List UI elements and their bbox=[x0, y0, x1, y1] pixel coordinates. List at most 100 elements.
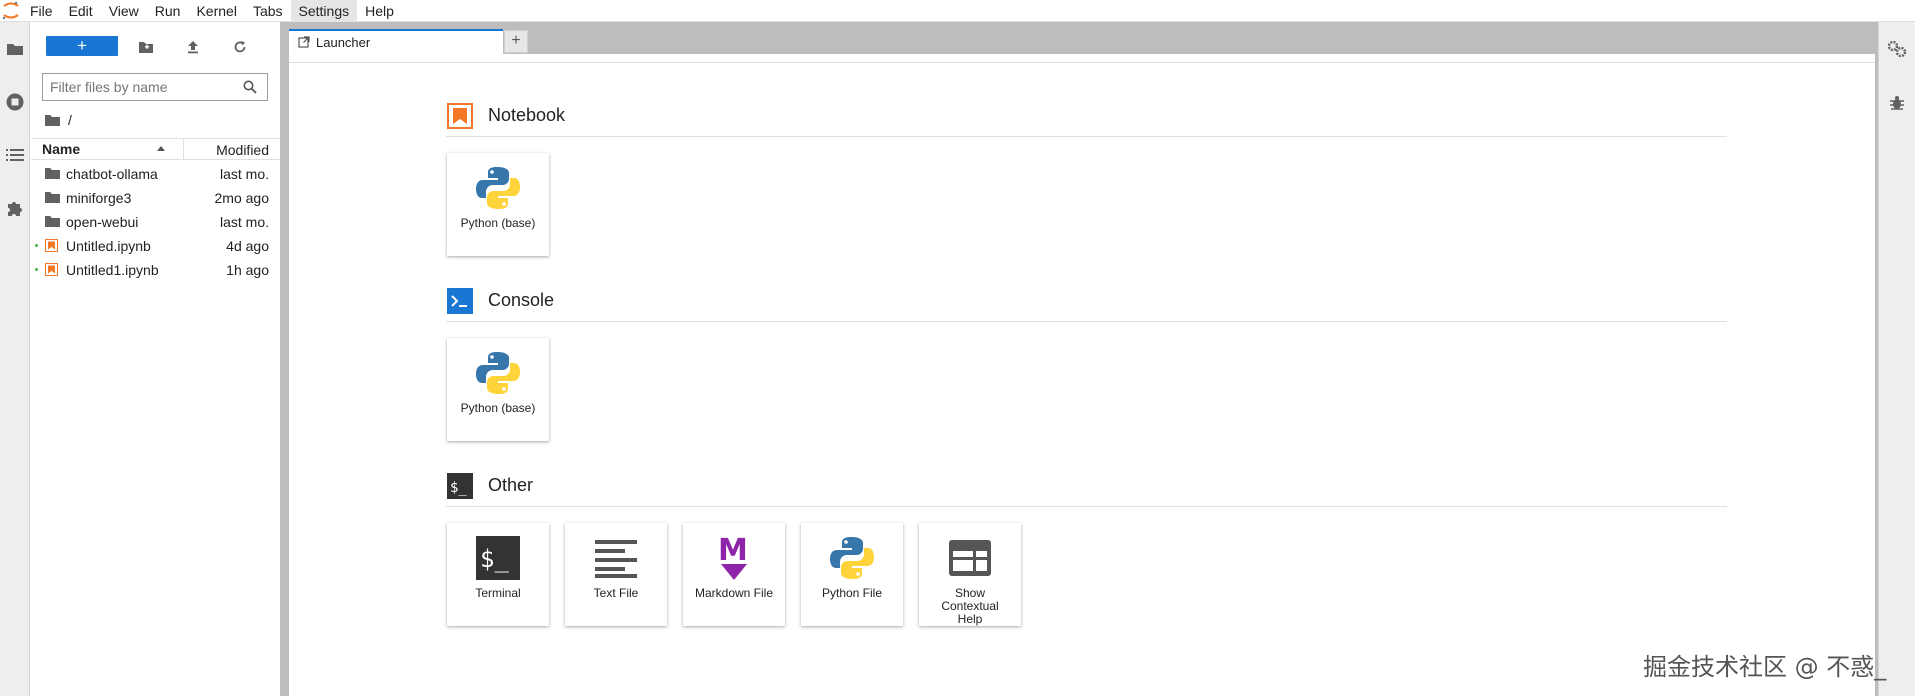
property-inspector-gear-icon[interactable] bbox=[1886, 38, 1908, 60]
breadcrumb: / bbox=[45, 110, 72, 130]
main-tab-bar: Launcher + bbox=[286, 22, 1878, 54]
modified-column-header[interactable]: Modified bbox=[216, 142, 269, 158]
card-label: Python (base) bbox=[460, 401, 536, 415]
section-cards: Python (base) bbox=[446, 153, 1727, 263]
notebook-section-icon bbox=[447, 103, 473, 129]
running-sessions-icon[interactable] bbox=[4, 91, 26, 113]
section-title: Other bbox=[488, 475, 534, 495]
svg-text:$_: $_ bbox=[480, 545, 509, 573]
launcher-card-text-file[interactable]: Text File bbox=[565, 523, 667, 626]
notebook-icon bbox=[45, 263, 58, 276]
file-row-miniforge3[interactable]: miniforge3 2mo ago bbox=[31, 186, 280, 210]
card-label: Terminal bbox=[475, 586, 521, 600]
svg-text:$_: $_ bbox=[450, 480, 467, 496]
section-cards: $_ Terminal Text File M Markdown File Py… bbox=[446, 523, 1727, 633]
file-modified: 4d ago bbox=[226, 238, 269, 254]
sort-ascending-icon bbox=[157, 146, 165, 151]
folder-icon[interactable] bbox=[4, 38, 26, 60]
search-icon bbox=[243, 80, 257, 99]
file-filter-box bbox=[42, 73, 268, 101]
launcher-card-terminal[interactable]: $_ Terminal bbox=[447, 523, 549, 626]
file-row-untitled-ipynb[interactable]: Untitled.ipynb 4d ago bbox=[31, 234, 280, 258]
menu-bar: File Edit View Run Kernel Tabs Settings … bbox=[0, 0, 1915, 22]
python-logo-icon bbox=[473, 348, 523, 398]
name-column-header[interactable]: Name bbox=[42, 141, 80, 157]
launcher-section-other: $_ Other $_ Terminal Text File M Markdow bbox=[446, 469, 1727, 633]
folder-icon bbox=[45, 192, 60, 203]
file-row-chatbot-ollama[interactable]: chatbot-ollama last mo. bbox=[31, 162, 280, 186]
launcher-card-markdown-file[interactable]: M Markdown File bbox=[683, 523, 785, 626]
text-file-icon bbox=[591, 533, 641, 583]
file-browser-panel: + / Name Modified bbox=[31, 22, 280, 696]
right-sidebar-tabs bbox=[1878, 22, 1915, 696]
file-name: open-webui bbox=[66, 214, 139, 230]
menu-kernel[interactable]: Kernel bbox=[188, 0, 244, 22]
menu-run[interactable]: Run bbox=[147, 0, 189, 22]
column-divider[interactable] bbox=[183, 139, 184, 160]
contextual-help-icon bbox=[945, 533, 995, 583]
file-modified: last mo. bbox=[219, 214, 269, 230]
menu-file[interactable]: File bbox=[22, 0, 61, 22]
menu-help[interactable]: Help bbox=[357, 0, 402, 22]
folder-icon bbox=[45, 216, 60, 227]
home-folder-icon[interactable] bbox=[45, 114, 60, 126]
debugger-bug-icon[interactable] bbox=[1886, 92, 1908, 114]
card-label: Text File bbox=[593, 586, 639, 600]
section-cards: Python (base) bbox=[446, 338, 1727, 448]
menu-edit[interactable]: Edit bbox=[61, 0, 101, 22]
markdown-icon: M bbox=[709, 533, 759, 583]
add-tab-button[interactable]: + bbox=[504, 30, 528, 53]
running-indicator bbox=[35, 268, 38, 271]
menu-view[interactable]: View bbox=[101, 0, 147, 22]
running-indicator bbox=[35, 244, 38, 247]
file-list: chatbot-ollama last mo. miniforge3 2mo a… bbox=[31, 162, 280, 282]
left-sidebar-tabs bbox=[0, 22, 30, 696]
launcher-section-notebook: Notebook Python (base) bbox=[446, 99, 1727, 263]
section-header: Notebook bbox=[446, 99, 1727, 137]
file-filter-input[interactable] bbox=[43, 74, 233, 100]
launcher-card-console-python[interactable]: Python (base) bbox=[447, 338, 549, 441]
other-section-terminal-icon: $_ bbox=[447, 473, 473, 499]
panel-toolbar bbox=[289, 54, 1875, 63]
console-section-icon bbox=[447, 288, 473, 314]
file-name: chatbot-ollama bbox=[66, 166, 158, 182]
file-name: miniforge3 bbox=[66, 190, 132, 206]
file-modified: last mo. bbox=[219, 166, 269, 182]
svg-text:M: M bbox=[718, 534, 748, 568]
jupyterlab-window: File Edit View Run Kernel Tabs Settings … bbox=[0, 0, 1915, 696]
file-name: Untitled1.ipynb bbox=[66, 262, 159, 278]
tab-launcher[interactable]: Launcher bbox=[289, 29, 503, 54]
file-row-untitled1-ipynb[interactable]: Untitled1.ipynb 1h ago bbox=[31, 258, 280, 282]
launcher-card-python-file[interactable]: Python File bbox=[801, 523, 903, 626]
section-header: Console bbox=[446, 284, 1727, 322]
new-folder-icon[interactable] bbox=[134, 36, 158, 58]
launcher-card-contextual-help[interactable]: Show Contextual Help bbox=[919, 523, 1021, 626]
new-launcher-button[interactable]: + bbox=[46, 36, 118, 56]
upload-icon[interactable] bbox=[181, 36, 205, 58]
table-of-contents-icon[interactable] bbox=[4, 144, 26, 166]
terminal-icon: $_ bbox=[473, 533, 523, 583]
file-modified: 2mo ago bbox=[214, 190, 269, 206]
folder-icon bbox=[45, 168, 60, 179]
card-label: Python (base) bbox=[460, 216, 536, 230]
card-label: Markdown File bbox=[694, 586, 774, 600]
section-header: $_ Other bbox=[446, 469, 1727, 507]
file-row-open-webui[interactable]: open-webui last mo. bbox=[31, 210, 280, 234]
menu-tabs[interactable]: Tabs bbox=[245, 0, 291, 22]
file-browser-toolbar: + bbox=[31, 36, 280, 58]
extension-puzzle-icon[interactable] bbox=[4, 197, 26, 219]
notebook-icon bbox=[45, 239, 58, 252]
card-label: Show Contextual Help bbox=[941, 586, 999, 626]
jupyter-logo-icon bbox=[0, 0, 22, 22]
refresh-icon[interactable] bbox=[228, 36, 252, 58]
breadcrumb-root[interactable]: / bbox=[68, 112, 72, 128]
python-logo-icon bbox=[827, 533, 877, 583]
menu-settings[interactable]: Settings bbox=[290, 0, 358, 22]
launcher-card-notebook-python[interactable]: Python (base) bbox=[447, 153, 549, 256]
watermark-text: 掘金技术社区 @ 不惑_ bbox=[1643, 653, 1887, 681]
tab-label: Launcher bbox=[316, 35, 371, 50]
section-title: Console bbox=[488, 290, 555, 310]
file-list-header: Name Modified bbox=[31, 138, 280, 160]
file-modified: 1h ago bbox=[226, 262, 269, 278]
launcher-icon bbox=[298, 36, 310, 48]
